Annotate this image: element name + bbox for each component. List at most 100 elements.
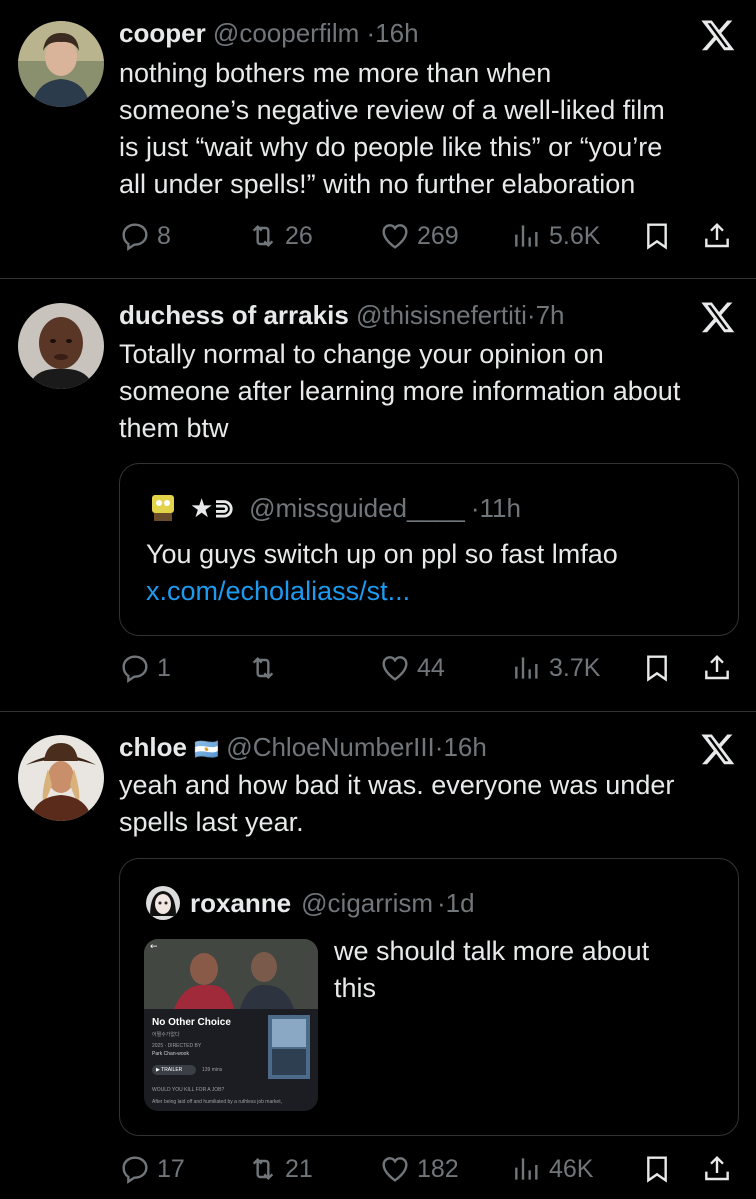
views-icon — [515, 657, 538, 679]
reply-button[interactable]: 1 — [119, 648, 171, 688]
timestamp[interactable]: 7h — [536, 300, 565, 330]
bookmark-button[interactable] — [641, 216, 679, 256]
handle[interactable]: @ChloeNumberIII — [226, 732, 434, 762]
reply-button[interactable]: 17 — [119, 1149, 185, 1189]
tweet-cooper[interactable]: cooper @cooperfilm ·16h nothing bothers … — [0, 0, 756, 278]
tweet-header: cooper @cooperfilm ·16h — [119, 14, 419, 52]
quoted-handle: @cigarrism — [301, 888, 433, 918]
repost-icon — [252, 656, 274, 680]
tweet-divider — [0, 278, 756, 279]
tweet-text: Totally normal to change your opinion on… — [119, 336, 739, 447]
dot-separator: · — [526, 300, 536, 330]
tweet-text-line: someone’s negative review of a well-like… — [119, 95, 665, 125]
views-icon — [515, 225, 538, 247]
bookmark-button[interactable] — [641, 1149, 679, 1189]
bookmark-button[interactable] — [641, 648, 679, 688]
tweet-text: yeah and how bad it was. everyone was un… — [119, 767, 739, 841]
quoted-tweet-header: ★⋑ @missguided____ · 11h — [146, 490, 521, 526]
quoted-handle: @missguided____ — [249, 493, 465, 523]
quoted-tweet[interactable]: roxanne @cigarrism · 1d ← No Other Choice… — [119, 858, 739, 1136]
timestamp[interactable]: 16h — [443, 732, 486, 762]
action-bar: 8 26 269 5.6K — [119, 216, 744, 256]
share-icon — [705, 654, 729, 680]
share-button[interactable] — [701, 648, 739, 688]
tweet-text-line: all under spells!” with no further elabo… — [119, 169, 636, 199]
quoted-tweet[interactable]: ★⋑ @missguided____ · 11h You guys switch … — [119, 463, 739, 636]
views-icon — [515, 1158, 538, 1180]
quoted-avatar — [146, 491, 180, 525]
tweet-header: duchess of arrakis @thisisnefertiti·7h — [119, 296, 565, 334]
reply-count: 17 — [157, 1154, 185, 1183]
handle[interactable]: @thisisnefertiti — [356, 300, 527, 330]
dot-separator: · — [366, 18, 376, 48]
bookmark-icon — [647, 655, 667, 682]
tweet-duchess[interactable]: duchess of arrakis @thisisnefertiti·7h T… — [0, 282, 756, 710]
avatar[interactable] — [18, 21, 104, 107]
media-title: No Other Choice — [152, 1017, 231, 1028]
like-button[interactable]: 182 — [379, 1149, 459, 1189]
x-logo-icon — [701, 302, 735, 333]
avatar[interactable] — [18, 735, 104, 821]
display-name[interactable]: chloe — [119, 732, 187, 762]
like-button[interactable]: 269 — [379, 216, 459, 256]
views-button[interactable]: 5.6K — [511, 216, 600, 256]
media-director: Park Chan-wook — [152, 1051, 189, 1057]
media-description: After being laid off and humiliated by a… — [152, 1099, 282, 1105]
tweet-text-line: is just “wait why do people like this” o… — [119, 132, 663, 162]
tweet-text: nothing bothers me more than when someon… — [119, 55, 739, 203]
reply-count: 1 — [157, 653, 171, 682]
tweet-chloe[interactable]: chloe 🇦🇷 @ChloeNumberIII·16h yeah and ho… — [0, 714, 756, 1199]
tweet-divider — [0, 711, 756, 712]
like-count: 44 — [417, 653, 445, 682]
media-meta: 2025 · DIRECTED BY — [152, 1043, 202, 1049]
action-bar: 1 44 3.7K — [119, 648, 744, 688]
reply-count: 8 — [157, 221, 171, 250]
handle[interactable]: @cooperfilm — [213, 18, 359, 48]
views-count: 3.7K — [549, 653, 601, 682]
flag-emoji: 🇦🇷 — [194, 739, 220, 761]
share-button[interactable] — [701, 1149, 739, 1189]
quoted-timestamp: 11h — [479, 493, 521, 523]
media-prompt: WOULD YOU KILL FOR A JOB? — [152, 1087, 225, 1093]
views-count: 46K — [549, 1154, 594, 1183]
heart-icon — [382, 656, 408, 681]
repost-icon — [252, 1157, 274, 1181]
quoted-display-name: ★⋑ — [190, 493, 236, 523]
tweet-text-line: nothing bothers me more than when — [119, 58, 552, 88]
display-name[interactable]: duchess of arrakis — [119, 300, 349, 330]
quoted-avatar — [146, 886, 180, 920]
like-count: 269 — [417, 221, 459, 250]
views-button[interactable]: 46K — [511, 1149, 593, 1189]
media-korean-title: 어쩔수가없다 — [152, 1032, 180, 1038]
bookmark-icon — [647, 1156, 667, 1183]
x-logo-icon — [701, 20, 735, 51]
repost-button[interactable] — [247, 648, 285, 688]
views-count: 5.6K — [549, 221, 601, 250]
tweet-text-line: Totally normal to change your opinion on — [119, 339, 604, 369]
quoted-link[interactable]: x.com/echolaliass/st... — [146, 573, 618, 610]
dot-separator: · — [437, 888, 446, 918]
timestamp[interactable]: 16h — [375, 18, 418, 48]
avatar[interactable] — [18, 303, 104, 389]
like-button[interactable]: 44 — [379, 648, 445, 688]
views-button[interactable]: 3.7K — [511, 648, 600, 688]
share-button[interactable] — [701, 216, 739, 256]
action-bar: 17 21 182 46K — [119, 1149, 744, 1189]
repost-button[interactable]: 26 — [247, 216, 313, 256]
share-icon — [705, 1155, 729, 1181]
bookmark-icon — [647, 223, 667, 250]
quoted-media-image[interactable]: ← No Other Choice 어쩔수가없다 2025 · DIRECTED… — [144, 939, 318, 1111]
like-count: 182 — [417, 1154, 459, 1183]
reply-button[interactable]: 8 — [119, 216, 171, 256]
quoted-display-name: roxanne — [190, 888, 292, 918]
tweet-text-line: yeah and how bad it was. everyone was un… — [119, 770, 675, 800]
share-icon — [705, 222, 729, 248]
x-logo-icon — [701, 734, 735, 765]
reply-icon — [122, 223, 148, 251]
display-name[interactable]: cooper — [119, 18, 206, 48]
repost-count: 26 — [285, 221, 313, 250]
tweet-header: chloe 🇦🇷 @ChloeNumberIII·16h — [119, 728, 487, 769]
quoted-text-line: You guys switch up on ppl so fast lmfao — [146, 539, 618, 569]
repost-button[interactable]: 21 — [247, 1149, 313, 1189]
tweet-text-line: them btw — [119, 413, 229, 443]
